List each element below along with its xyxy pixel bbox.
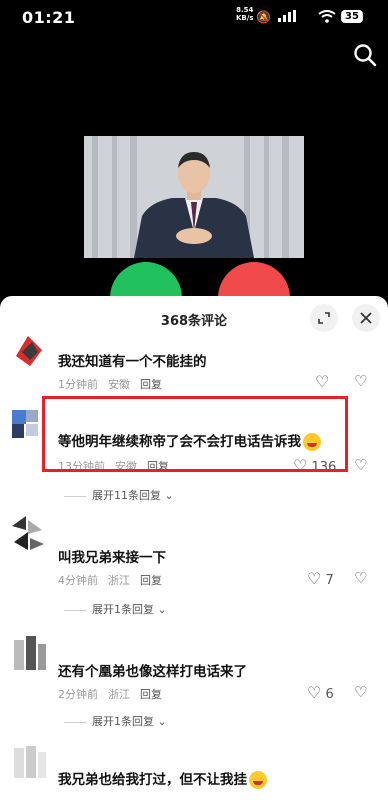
mute-icon: 🔕 [256, 10, 271, 24]
chevron-down-icon: ⌄ [157, 603, 167, 616]
laughing-emoji-icon [249, 771, 267, 789]
reply-button[interactable]: 回复 [140, 688, 162, 701]
avatar[interactable] [12, 516, 48, 552]
dislike-icon[interactable]: ♡ [354, 372, 367, 390]
comment-location: 浙江 [108, 688, 130, 701]
comment-text: 我兄弟也给我打过，但不让我挂 [58, 768, 267, 789]
comment-time: 4分钟前 [58, 574, 98, 587]
like-button[interactable]: ♡ 7 [307, 569, 334, 588]
comment-meta: 2分钟前 浙江 回复 [58, 686, 172, 702]
avatar[interactable] [12, 636, 48, 672]
network-speed: 8.54 KB/s [236, 6, 253, 22]
avatar[interactable] [12, 744, 48, 780]
dislike-icon[interactable]: ♡ [354, 569, 367, 587]
like-button[interactable]: ♡ [315, 372, 329, 391]
comment-time: 2分钟前 [58, 688, 98, 701]
reply-button[interactable]: 回复 [140, 574, 162, 587]
search-icon[interactable] [352, 42, 378, 68]
expand-replies[interactable]: 展开1条回复 ⌄ [64, 601, 167, 617]
net-speed-value: 8.54 [236, 6, 254, 14]
comment-meta: 1分钟前 安徽 回复 [58, 376, 172, 392]
video-frame[interactable] [84, 136, 304, 258]
like-count: 7 [325, 573, 334, 588]
chevron-down-icon: ⌄ [157, 715, 167, 728]
like-button[interactable]: ♡ 6 [307, 683, 334, 702]
comment-text: 叫我兄弟来接一下 [58, 550, 166, 566]
heart-icon: ♡ [315, 372, 330, 391]
dislike-icon[interactable]: ♡ [354, 683, 367, 701]
like-count: 6 [325, 687, 334, 702]
expand-replies-label: 展开1条回复 [92, 603, 154, 616]
expand-replies-label: 展开1条回复 [92, 715, 154, 728]
status-bar: 01:21 8.54 KB/s 🔕 35 [0, 0, 388, 34]
battery-indicator: 35 [341, 10, 363, 23]
comment-text: 我还知道有一个不能挂的 [58, 354, 207, 370]
expand-icon[interactable] [310, 304, 338, 332]
expand-replies[interactable]: 展开11条回复 ⌄ [64, 487, 174, 503]
expand-replies-label: 展开11条回复 [92, 489, 161, 502]
close-icon[interactable] [352, 304, 380, 332]
signal-icon [278, 10, 296, 25]
chevron-down-icon: ⌄ [164, 489, 174, 502]
heart-icon: ♡ [307, 683, 322, 702]
net-speed-unit: KB/s [236, 14, 254, 22]
comment-location: 安徽 [108, 378, 130, 391]
reply-button[interactable]: 回复 [140, 378, 162, 391]
expand-replies[interactable]: 展开1条回复 ⌄ [64, 713, 167, 729]
heart-icon: ♡ [307, 569, 322, 588]
comment-meta: 4分钟前 浙江 回复 [58, 572, 172, 588]
highlight-box [42, 396, 348, 472]
comment-text: 还有个凰弟也像这样打电话来了 [58, 664, 247, 680]
status-time: 01:21 [22, 8, 76, 27]
avatar[interactable] [12, 332, 48, 368]
comment-location: 浙江 [108, 574, 130, 587]
wifi-icon [318, 10, 336, 26]
dislike-icon[interactable]: ♡ [354, 456, 367, 474]
comment-time: 1分钟前 [58, 378, 98, 391]
comment-text-content: 我兄弟也给我打过，但不让我挂 [58, 772, 247, 788]
